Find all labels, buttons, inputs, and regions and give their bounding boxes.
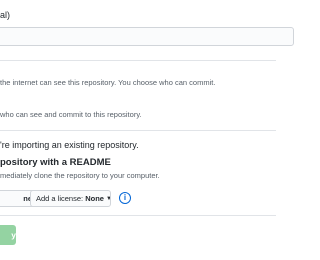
- create-repository-button[interactable]: y: [0, 225, 16, 245]
- divider: [0, 60, 276, 61]
- divider: [0, 130, 276, 131]
- readme-checkbox-label[interactable]: pository with a README: [0, 157, 111, 168]
- description-label-fragment: al): [0, 10, 11, 20]
- skip-step-text: 're importing an existing repository.: [0, 140, 139, 150]
- readme-description: mediately clone the repository to your c…: [0, 171, 160, 180]
- private-option-description: who can see and commit to this repositor…: [0, 110, 142, 119]
- license-selected-value: None: [85, 194, 104, 203]
- license-select[interactable]: Add a license: None▼: [30, 190, 111, 207]
- create-button-label: y: [11, 230, 16, 240]
- caret-down-icon: ▼: [106, 196, 110, 202]
- public-option-description: the internet can see this repository. Yo…: [0, 78, 216, 87]
- description-input[interactable]: [0, 27, 294, 46]
- license-label: Add a license:: [36, 194, 84, 203]
- info-icon[interactable]: i: [119, 192, 131, 204]
- divider: [0, 215, 276, 216]
